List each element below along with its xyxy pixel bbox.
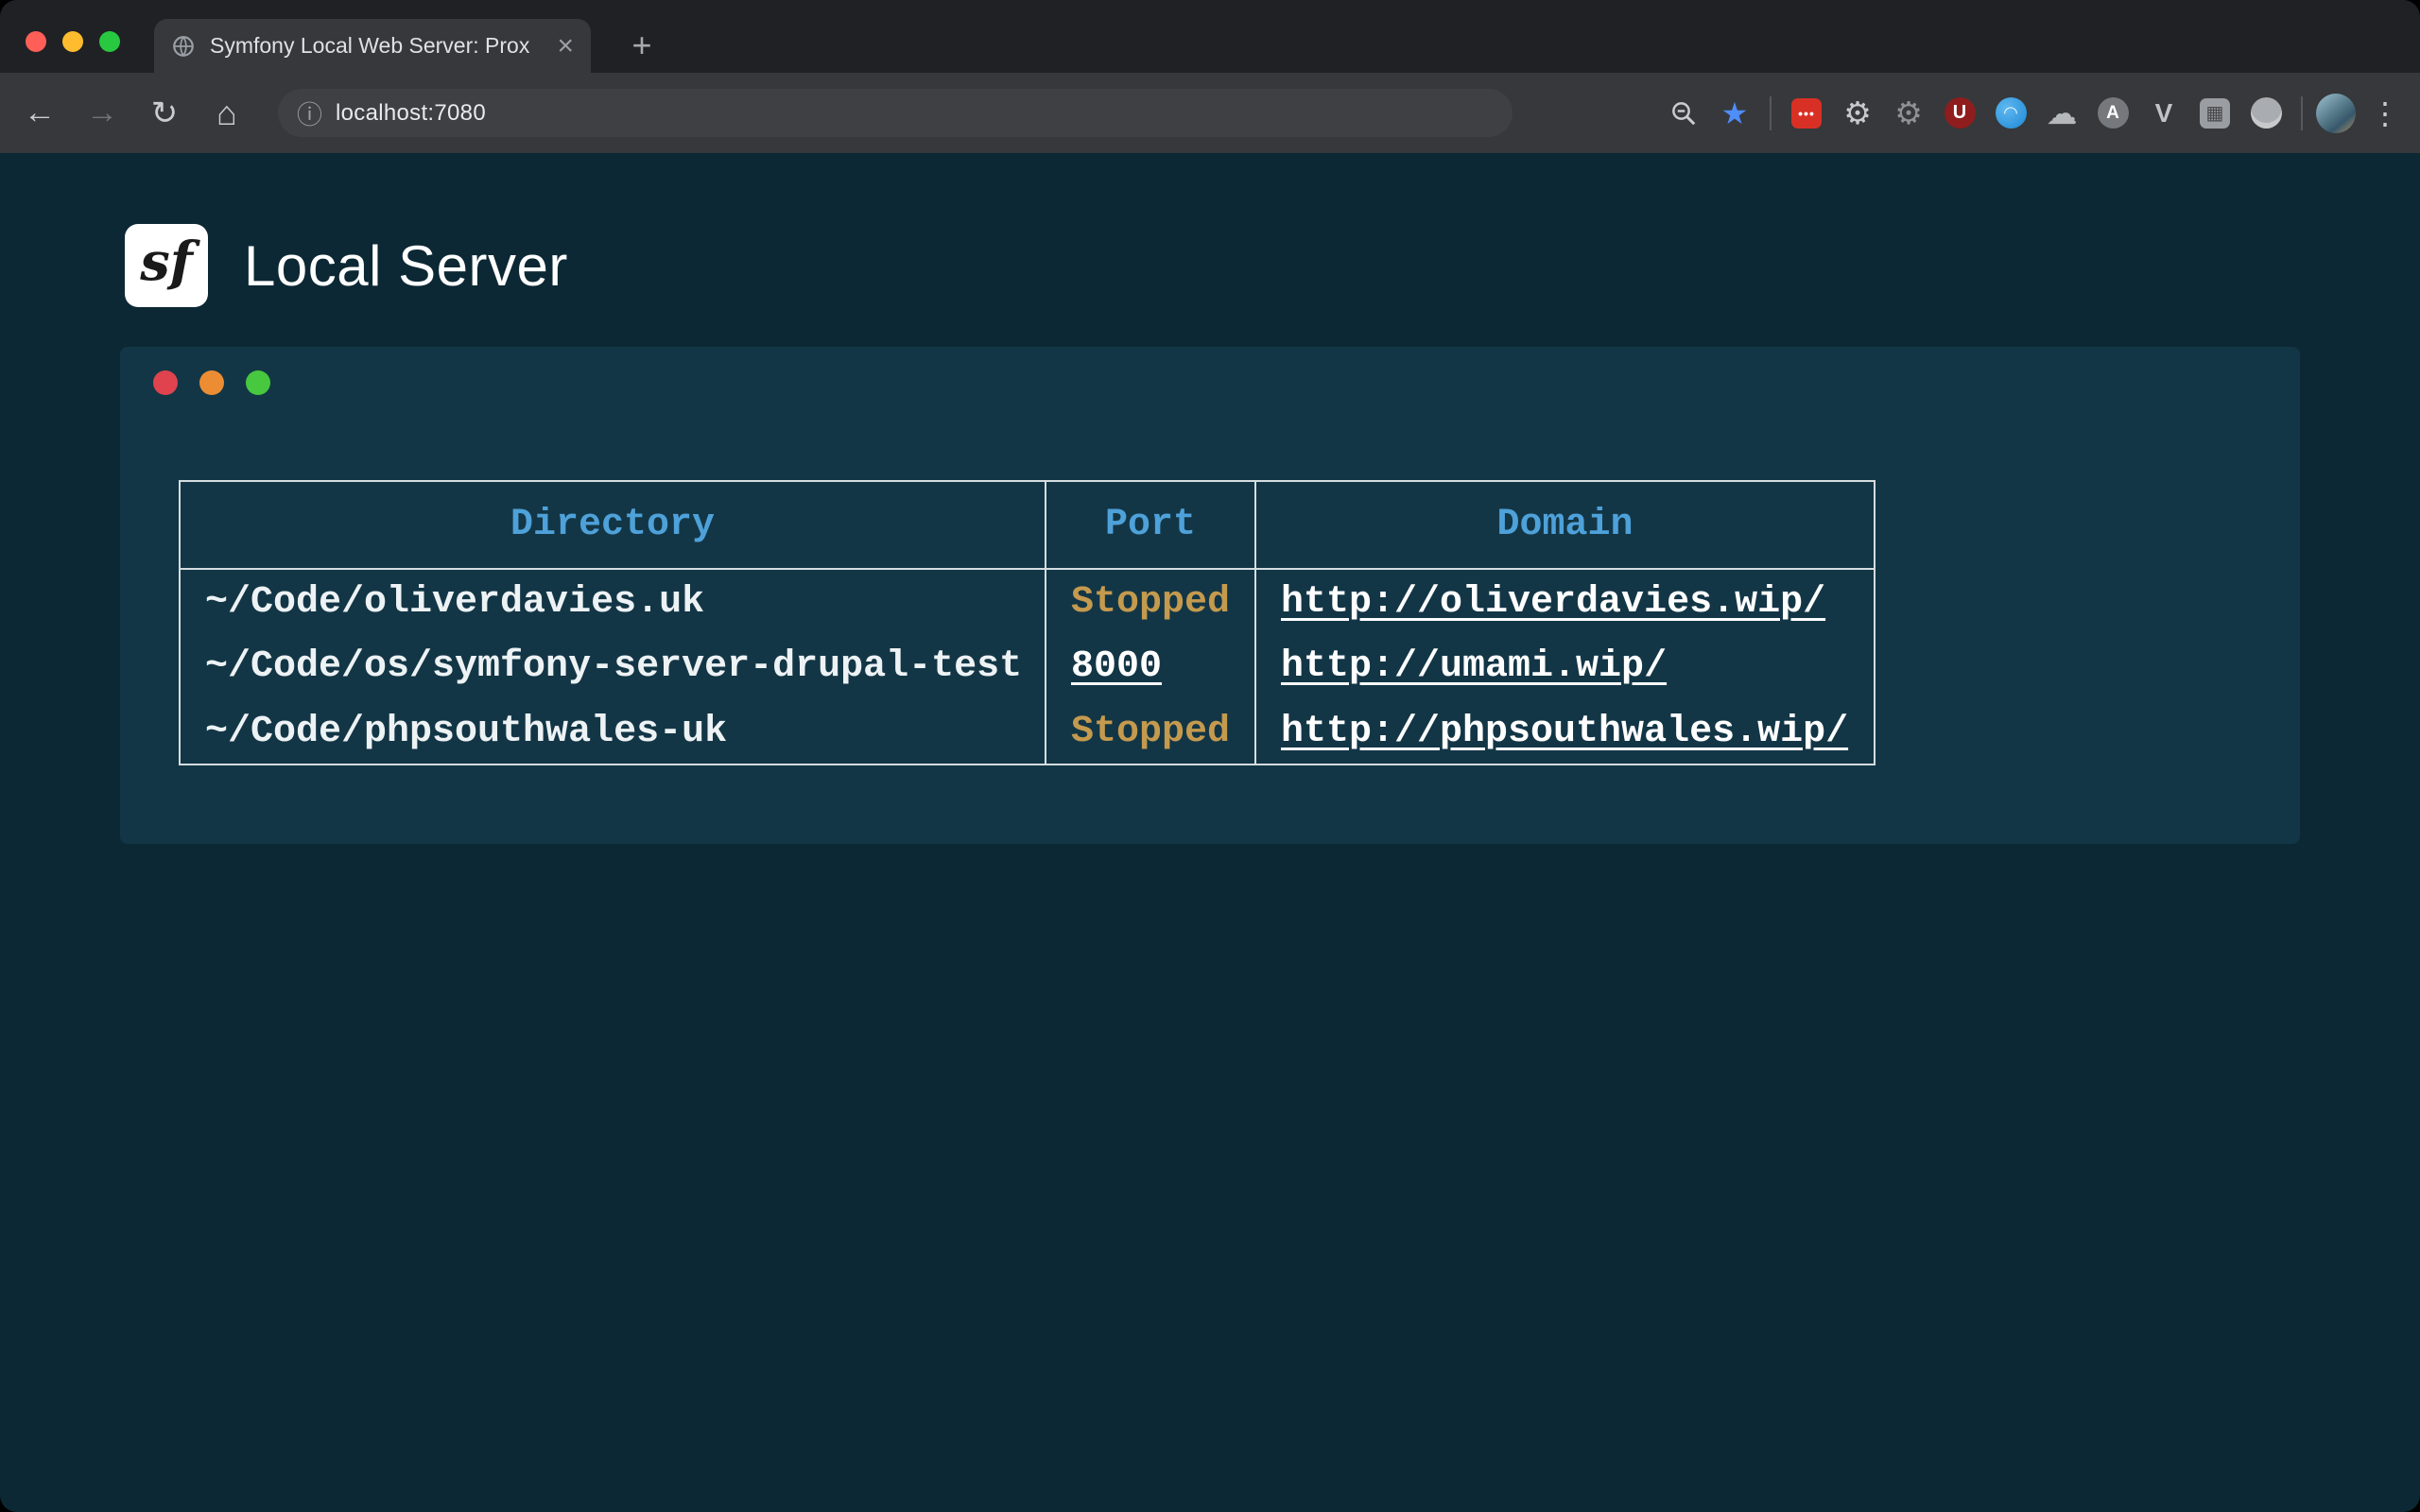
window-controls bbox=[26, 31, 120, 52]
tab-title: Symfony Local Web Server: Prox bbox=[210, 33, 543, 59]
extension-cloud-icon[interactable]: ☁ bbox=[2040, 92, 2083, 135]
table-header-row: Directory Port Domain bbox=[180, 481, 1875, 569]
extension-red-dots-icon[interactable]: ••• bbox=[1785, 92, 1828, 135]
url-text: localhost:7080 bbox=[336, 100, 486, 127]
bookmark-star-icon[interactable]: ★ bbox=[1713, 92, 1756, 135]
close-tab-icon[interactable]: × bbox=[557, 32, 574, 60]
domain-link[interactable]: http://umami.wip/ bbox=[1281, 645, 1667, 688]
site-info-icon[interactable]: ⓘ bbox=[297, 94, 322, 131]
back-icon[interactable]: ← bbox=[15, 89, 64, 138]
panel-green-dot-icon bbox=[246, 370, 270, 395]
server-table-wrap: Directory Port Domain ~/Code/oliverdavie… bbox=[179, 480, 1876, 765]
toolbar-right-cluster: ★ ••• ⚙ ⚙ U ◠ ☁ A V ▦ ⋮ bbox=[1662, 73, 2407, 153]
tab-symfony-local-server[interactable]: Symfony Local Web Server: Prox × bbox=[154, 19, 591, 73]
brand-header: sf Local Server bbox=[125, 224, 568, 307]
zoom-icon[interactable] bbox=[1662, 92, 1705, 135]
table-row: ~/Code/phpsouthwales-uk Stopped http://p… bbox=[180, 699, 1875, 765]
globe-favicon-icon bbox=[171, 34, 196, 59]
panel-window-dots bbox=[153, 370, 270, 395]
close-window-button[interactable] bbox=[26, 31, 46, 52]
toolbar-divider bbox=[2301, 96, 2303, 130]
profile-avatar[interactable] bbox=[2316, 94, 2356, 133]
table-row: ~/Code/os/symfony-server-drupal-test 800… bbox=[180, 634, 1875, 699]
extension-letter-a-icon[interactable]: A bbox=[2091, 92, 2135, 135]
extension-gear-dark-icon[interactable]: ⚙ bbox=[1887, 92, 1930, 135]
browser-window: Symfony Local Web Server: Prox × + ← → ↻… bbox=[0, 0, 2420, 1512]
domain-link[interactable]: http://phpsouthwales.wip/ bbox=[1281, 711, 1848, 753]
symfony-logo-icon: sf bbox=[125, 224, 208, 307]
column-header-port: Port bbox=[1046, 481, 1255, 569]
extension-ublock-icon[interactable]: U bbox=[1938, 92, 1981, 135]
table-row: ~/Code/oliverdavies.uk Stopped http://ol… bbox=[180, 569, 1875, 634]
port-link[interactable]: 8000 bbox=[1071, 645, 1162, 688]
domain-link[interactable]: http://oliverdavies.wip/ bbox=[1281, 581, 1825, 624]
home-icon[interactable]: ⌂ bbox=[202, 89, 251, 138]
page-content: sf Local Server Directory Port Domain bbox=[0, 153, 2420, 1512]
page-title: Local Server bbox=[244, 233, 568, 299]
extension-octocat-icon[interactable] bbox=[2244, 92, 2288, 135]
address-bar[interactable]: ⓘ localhost:7080 bbox=[278, 89, 1512, 137]
minimize-window-button[interactable] bbox=[62, 31, 83, 52]
port-status: Stopped bbox=[1071, 711, 1230, 753]
tab-strip: Symfony Local Web Server: Prox × + bbox=[0, 0, 2420, 73]
browser-toolbar: ← → ↻ ⌂ ⓘ localhost:7080 ★ ••• ⚙ ⚙ U ◠ ☁ bbox=[0, 73, 2420, 153]
extension-letter-v-icon[interactable]: V bbox=[2142, 92, 2186, 135]
extension-blue-circle-icon[interactable]: ◠ bbox=[1989, 92, 2032, 135]
directory-cell: ~/Code/os/symfony-server-drupal-test bbox=[180, 634, 1046, 699]
column-header-directory: Directory bbox=[180, 481, 1046, 569]
column-header-domain: Domain bbox=[1255, 481, 1875, 569]
reload-icon[interactable]: ↻ bbox=[140, 89, 189, 138]
extension-gear-light-icon[interactable]: ⚙ bbox=[1836, 92, 1879, 135]
server-panel: Directory Port Domain ~/Code/oliverdavie… bbox=[120, 347, 2300, 844]
forward-icon[interactable]: → bbox=[78, 89, 127, 138]
directory-cell: ~/Code/oliverdavies.uk bbox=[180, 569, 1046, 634]
server-table: Directory Port Domain ~/Code/oliverdavie… bbox=[179, 480, 1876, 765]
browser-menu-icon[interactable]: ⋮ bbox=[2363, 92, 2407, 135]
directory-cell: ~/Code/phpsouthwales-uk bbox=[180, 699, 1046, 765]
extension-gray-badge-icon[interactable]: ▦ bbox=[2193, 92, 2237, 135]
new-tab-button[interactable]: + bbox=[621, 25, 663, 66]
fullscreen-window-button[interactable] bbox=[99, 31, 120, 52]
panel-orange-dot-icon bbox=[199, 370, 224, 395]
panel-red-dot-icon bbox=[153, 370, 178, 395]
port-status: Stopped bbox=[1071, 581, 1230, 624]
toolbar-divider bbox=[1770, 96, 1772, 130]
